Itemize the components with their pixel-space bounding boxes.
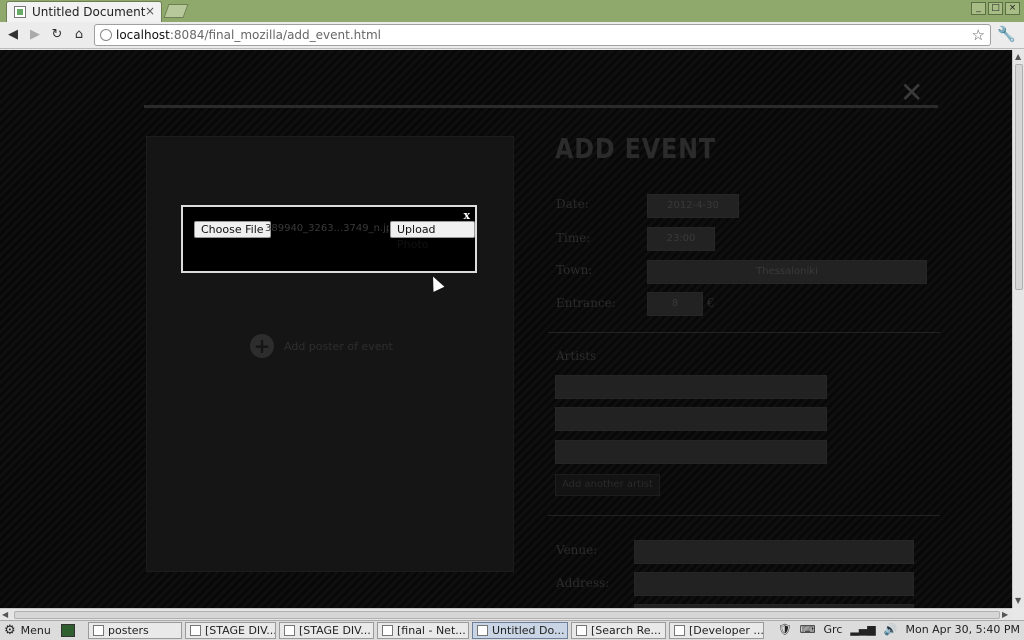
- page-favicon-icon: [14, 6, 26, 18]
- bookmark-star-icon[interactable]: ☆: [972, 26, 985, 44]
- taskbar-item[interactable]: posters: [88, 622, 182, 639]
- window-app-icon: [674, 625, 685, 636]
- vertical-scrollbar[interactable]: ▲ ▼: [1012, 50, 1024, 608]
- upload-photo-button[interactable]: Upload Photo: [390, 221, 475, 251]
- window-app-icon: [382, 625, 393, 636]
- gear-icon: ⚙: [4, 623, 16, 638]
- venue-field[interactable]: [634, 540, 914, 564]
- entrance-label: Entrance:: [556, 296, 616, 310]
- horizontal-scroll-thumb[interactable]: [14, 611, 1000, 619]
- taskbar-item[interactable]: [final - Net...: [377, 622, 469, 639]
- new-tab-button[interactable]: [163, 4, 189, 18]
- section-divider: [548, 332, 940, 333]
- section-divider: [548, 515, 940, 516]
- scroll-down-icon[interactable]: ▼: [1015, 596, 1021, 605]
- window-app-icon: [477, 625, 488, 636]
- date-label: Date:: [556, 197, 589, 211]
- system-tray: 🛡 ⌨ Grc ▂▄▆ 🔊 Mon Apr 30, 5:40 PM: [778, 623, 1020, 636]
- taskbar-item-label: [Search Re...: [591, 624, 661, 637]
- form-title: ADD EVENT: [555, 132, 716, 165]
- scroll-up-icon[interactable]: ▲: [1015, 52, 1021, 61]
- horizontal-scrollbar[interactable]: ◀ ▶: [0, 608, 1012, 620]
- address-field[interactable]: [634, 572, 914, 596]
- minimize-button[interactable]: _: [971, 2, 986, 15]
- window-app-icon: [93, 625, 104, 636]
- venue-label: Venue:: [556, 543, 598, 557]
- window-controls: _ □ ×: [971, 2, 1020, 15]
- artists-label: Artists: [556, 349, 597, 363]
- plus-icon: +: [250, 334, 274, 358]
- window-app-icon: [576, 625, 587, 636]
- address-bar[interactable]: localhost:8084/final_mozilla/add_event.h…: [94, 24, 991, 46]
- artist-field-1[interactable]: [555, 375, 827, 399]
- artist-field-3[interactable]: [555, 440, 827, 464]
- window-app-icon: [190, 625, 201, 636]
- tab-close-icon[interactable]: ×: [145, 4, 155, 18]
- close-window-button[interactable]: ×: [1005, 2, 1020, 15]
- volume-icon[interactable]: 🔊: [884, 623, 898, 636]
- back-arrow-icon[interactable]: ◀: [4, 26, 22, 44]
- page-viewport: ✕ + Add poster of event ADD EVENT Date: …: [0, 50, 1012, 608]
- taskbar-item-label: [final - Net...: [397, 624, 466, 637]
- taskbar-item-label: posters: [108, 624, 149, 637]
- town-label: Town:: [556, 263, 593, 277]
- add-artist-button[interactable]: Add another artist: [555, 474, 660, 496]
- town-field[interactable]: Thessaloniki: [647, 260, 927, 284]
- artist-field-2[interactable]: [555, 407, 827, 431]
- browser-toolbar: ◀ ▶ ↻ ⌂ localhost:8084/final_mozilla/add…: [0, 22, 1024, 49]
- window-app-icon: [284, 625, 295, 636]
- taskbar-item-label: [STAGE DIV...: [205, 624, 276, 637]
- clock[interactable]: Mon Apr 30, 5:40 PM: [905, 623, 1020, 636]
- forward-arrow-icon[interactable]: ▶: [26, 26, 44, 44]
- top-divider: [144, 105, 938, 108]
- start-menu-button[interactable]: ⚙ Menu: [4, 623, 51, 638]
- taskbar-item-label: [Developer ...: [689, 624, 764, 637]
- maximize-button[interactable]: □: [988, 2, 1003, 15]
- time-field[interactable]: 23:00: [647, 227, 715, 251]
- shield-icon[interactable]: 🛡: [778, 623, 792, 636]
- home-icon[interactable]: ⌂: [70, 26, 88, 44]
- add-poster-label: Add poster of event: [284, 339, 393, 353]
- keyboard-icon[interactable]: ⌨: [800, 623, 816, 636]
- network-signal-icon[interactable]: ▂▄▆: [850, 623, 875, 636]
- choose-file-button[interactable]: Choose File: [194, 221, 271, 238]
- upload-photo-dialog: x Choose File 389940_3263...3749_n.jpg U…: [181, 205, 477, 273]
- vertical-scroll-thumb[interactable]: [1015, 64, 1023, 290]
- entrance-field[interactable]: 8: [647, 292, 703, 316]
- wrench-menu-icon[interactable]: 🔧: [997, 25, 1016, 43]
- selected-file-name: 389940_3263...3749_n.jpg: [265, 223, 389, 234]
- taskbar-item[interactable]: [Developer ...: [669, 622, 764, 639]
- taskbar-item[interactable]: Untitled Do...: [472, 622, 568, 639]
- browser-tab-bar: Untitled Document × _ □ ×: [0, 0, 1024, 22]
- weather-label[interactable]: Grc: [824, 623, 843, 636]
- time-label: Time:: [556, 231, 591, 245]
- scroll-left-icon[interactable]: ◀: [2, 610, 8, 619]
- url-text[interactable]: localhost:8084/final_mozilla/add_event.h…: [116, 28, 381, 42]
- desktop-taskbar: ⚙ Menu posters [STAGE DIV... [STAGE DIV...…: [0, 620, 1024, 640]
- add-poster-button[interactable]: + Add poster of event: [250, 334, 393, 358]
- address-label: Address:: [556, 576, 610, 590]
- taskbar-item[interactable]: [Search Re...: [571, 622, 666, 639]
- taskbar-item-label: Untitled Do...: [492, 624, 565, 637]
- taskbar-item[interactable]: [STAGE DIV...: [279, 622, 374, 639]
- reload-icon[interactable]: ↻: [48, 26, 66, 44]
- taskbar-item-label: [STAGE DIV...: [299, 624, 371, 637]
- page-info-icon[interactable]: [100, 29, 112, 41]
- scroll-right-icon[interactable]: ▶: [1002, 610, 1008, 619]
- date-field[interactable]: 2012-4-30: [647, 194, 739, 218]
- tab-title: Untitled Document: [32, 5, 146, 19]
- taskbar-item[interactable]: [STAGE DIV...: [185, 622, 276, 639]
- euro-unit: €: [707, 296, 715, 310]
- terminal-launcher-icon[interactable]: [61, 624, 75, 637]
- menu-label: Menu: [20, 624, 51, 637]
- tab-untitled-document[interactable]: Untitled Document ×: [6, 1, 162, 22]
- taskbar-window-list: posters [STAGE DIV... [STAGE DIV... [final …: [88, 622, 764, 639]
